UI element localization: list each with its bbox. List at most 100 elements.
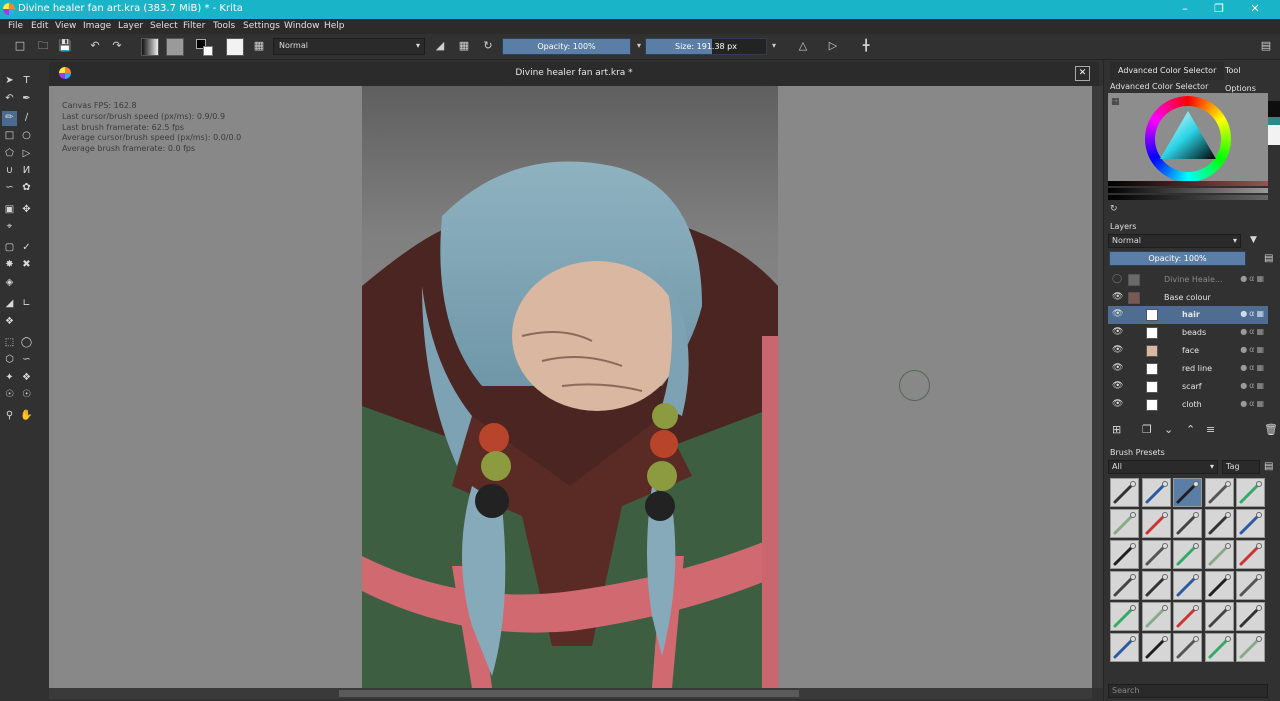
- brush-preset-tile[interactable]: [1110, 540, 1139, 569]
- visibility-on-icon[interactable]: 👁: [1112, 363, 1123, 373]
- layer-opacity-slider[interactable]: Opacity: 100%: [1109, 251, 1246, 266]
- zoom-tool-icon[interactable]: ⚲: [3, 409, 16, 422]
- color-selector-settings-icon[interactable]: ▦: [1111, 97, 1120, 107]
- brush-search-input[interactable]: Search: [1108, 684, 1268, 698]
- text-tool-icon[interactable]: T: [20, 74, 33, 87]
- line-tool-icon[interactable]: ∕: [20, 111, 33, 124]
- menu-settings[interactable]: Settings: [243, 21, 280, 31]
- rectangular-selection-icon[interactable]: ⬚: [3, 336, 16, 349]
- bezier-tool-icon[interactable]: ∪: [3, 164, 16, 177]
- menu-file[interactable]: File: [8, 21, 23, 31]
- multibrush-tool-icon[interactable]: ✿: [20, 181, 33, 194]
- brush-preset-tile[interactable]: [1141, 509, 1171, 538]
- brush-preset-tile[interactable]: [1204, 478, 1234, 507]
- layer-row[interactable]: 👁 face ●α▦: [1108, 342, 1268, 360]
- ellipse-tool-icon[interactable]: ○: [20, 129, 33, 142]
- brush-preset-tile[interactable]: [1173, 602, 1202, 631]
- menu-view[interactable]: View: [55, 21, 76, 31]
- edit-shapes-tool-icon[interactable]: ↶: [3, 92, 16, 105]
- polygon-tool-icon[interactable]: ⬠: [3, 147, 16, 160]
- preserve-alpha-icon[interactable]: ▦: [457, 39, 471, 53]
- layer-row[interactable]: 👁 beads ●α▦: [1108, 324, 1268, 342]
- brush-preset-tile[interactable]: [1110, 478, 1139, 507]
- calligraphy-tool-icon[interactable]: ✒: [20, 92, 33, 105]
- maximize-icon[interactable]: ❐: [1209, 2, 1229, 16]
- open-document-icon[interactable]: 🗀: [36, 39, 50, 53]
- refresh-icon[interactable]: ↻: [1110, 204, 1118, 214]
- canvas-artwork[interactable]: [362, 86, 778, 688]
- brush-preset-tile[interactable]: [1204, 540, 1234, 569]
- brush-preset-tile[interactable]: [1236, 571, 1265, 600]
- pattern-selector[interactable]: [166, 38, 184, 56]
- mirror-vertical-icon[interactable]: ▷: [826, 39, 840, 53]
- opacity-slider[interactable]: Opacity: 100%: [502, 38, 631, 55]
- color-selector-panel[interactable]: ▦: [1108, 93, 1268, 185]
- brush-preset-tile[interactable]: [1236, 540, 1265, 569]
- polyline-tool-icon[interactable]: ▷: [20, 147, 33, 160]
- layer-properties-icons[interactable]: ●α▦: [1240, 345, 1266, 354]
- brush-preset-tile[interactable]: [1110, 571, 1139, 600]
- add-layer-icon[interactable]: ⊞: [1112, 423, 1121, 436]
- reload-preset-icon[interactable]: ↻: [481, 39, 495, 53]
- layer-properties-icon[interactable]: ≡: [1206, 423, 1215, 436]
- color-history-swatch[interactable]: [1268, 125, 1280, 145]
- menu-window[interactable]: Window: [284, 21, 320, 31]
- brush-preset-button[interactable]: [226, 38, 244, 56]
- brush-preset-tile[interactable]: [1236, 602, 1265, 631]
- layer-properties-icons[interactable]: ●α▦: [1240, 274, 1266, 283]
- freehand-brush-tool-icon[interactable]: ✏: [2, 111, 17, 126]
- brush-preset-tile[interactable]: [1236, 478, 1265, 507]
- layer-properties-icons[interactable]: ●α▦: [1240, 381, 1266, 390]
- menu-tools[interactable]: Tools: [213, 21, 235, 31]
- wrap-around-icon[interactable]: ╋: [859, 39, 873, 53]
- mirror-horizontal-icon[interactable]: △: [796, 39, 810, 53]
- menu-filter[interactable]: Filter: [183, 21, 205, 31]
- magnetic-selection-icon[interactable]: ☉: [20, 388, 33, 401]
- color-history-swatch[interactable]: [1268, 117, 1280, 125]
- visibility-on-icon[interactable]: 👁: [1112, 345, 1123, 355]
- document-title[interactable]: Divine healer fan art.kra *: [49, 68, 1099, 78]
- gradient-tool-icon[interactable]: ▢: [3, 241, 16, 254]
- move-layer-up-icon[interactable]: ⌃: [1186, 423, 1195, 436]
- brush-preset-tile[interactable]: [1141, 633, 1171, 662]
- visibility-on-icon[interactable]: 👁: [1112, 327, 1123, 337]
- layer-thumbnail-toggle-icon[interactable]: ▤: [1264, 253, 1273, 264]
- visibility-on-icon[interactable]: 👁: [1112, 292, 1123, 302]
- brush-preset-tile[interactable]: [1110, 509, 1139, 538]
- brush-filter-dropdown[interactable]: All ▾: [1108, 460, 1218, 474]
- filter-icon[interactable]: ▼: [1250, 235, 1257, 245]
- color-slider-value[interactable]: [1108, 188, 1268, 193]
- tab-advanced-color-selector[interactable]: Advanced Color Selector: [1110, 62, 1225, 80]
- brush-preset-tile[interactable]: [1141, 571, 1171, 600]
- rectangle-tool-icon[interactable]: □: [3, 129, 16, 142]
- move-tool-icon[interactable]: ✥: [20, 203, 33, 216]
- layer-properties-icons[interactable]: ●α▦: [1240, 327, 1266, 336]
- brush-preset-tile[interactable]: [1173, 571, 1202, 600]
- layer-row[interactable]: 👁 scarf ●α▦: [1108, 378, 1268, 396]
- opacity-stepper[interactable]: ▾: [632, 39, 646, 53]
- undo-icon[interactable]: ↶: [88, 39, 102, 53]
- select-shapes-tool-icon[interactable]: ➤: [3, 74, 16, 87]
- visibility-off-icon[interactable]: ◯: [1112, 274, 1122, 284]
- brush-preset-tile[interactable]: [1110, 633, 1139, 662]
- measure-tool-icon[interactable]: ∟: [20, 297, 33, 310]
- colorize-mask-tool-icon[interactable]: ✸: [3, 258, 16, 271]
- horizontal-scrollbar[interactable]: [49, 688, 1092, 699]
- layer-properties-icons[interactable]: ●α▦: [1240, 399, 1266, 408]
- brush-preset-tile[interactable]: [1173, 633, 1202, 662]
- tab-tool-options[interactable]: Tool Options: [1217, 62, 1280, 93]
- reference-images-tool-icon[interactable]: ❖: [3, 315, 16, 328]
- size-stepper[interactable]: ▾: [767, 39, 781, 53]
- layer-row[interactable]: 👁 Base colour: [1108, 289, 1268, 307]
- brush-preset-tile[interactable]: [1204, 571, 1234, 600]
- menu-layer[interactable]: Layer: [118, 21, 143, 31]
- visibility-on-icon[interactable]: 👁: [1112, 381, 1123, 391]
- background-color-swatch[interactable]: [203, 46, 213, 56]
- elliptical-selection-icon[interactable]: ◯: [20, 336, 33, 349]
- brush-preset-tile[interactable]: [1141, 540, 1171, 569]
- pan-tool-icon[interactable]: ✋: [20, 409, 33, 422]
- brush-preset-tile[interactable]: [1110, 602, 1139, 631]
- polygonal-selection-icon[interactable]: ⬡: [3, 353, 16, 366]
- brush-preset-tile[interactable]: [1173, 509, 1202, 538]
- freehand-path-tool-icon[interactable]: И: [20, 164, 33, 177]
